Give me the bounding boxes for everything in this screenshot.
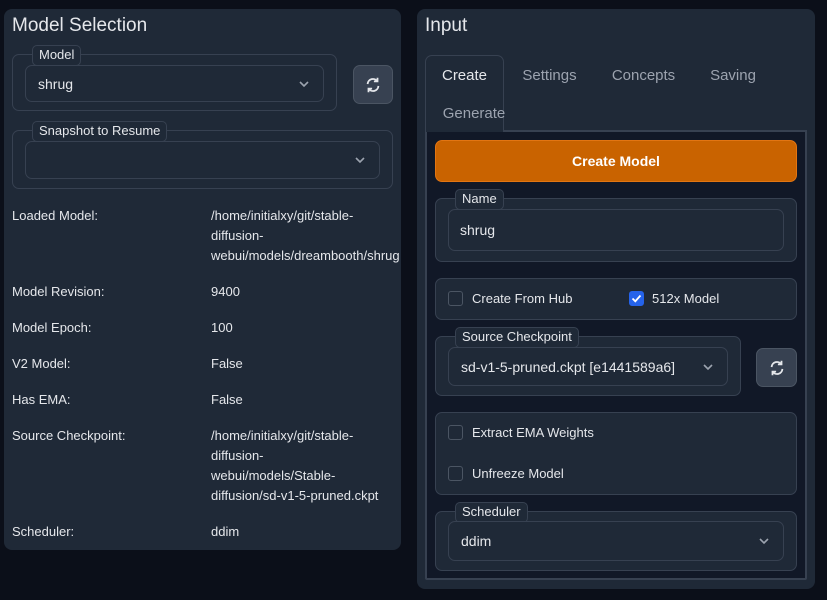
scheduler-legend: Scheduler bbox=[455, 502, 528, 523]
chevron-down-icon bbox=[759, 538, 769, 545]
tab-settings[interactable]: Settings bbox=[510, 62, 589, 88]
loaded-model-value: /home/initialxy/git/stable- diffusion- w… bbox=[211, 208, 400, 263]
model-epoch-value: 100 bbox=[211, 320, 233, 335]
refresh-icon bbox=[366, 77, 380, 92]
model-selection-title: Model Selection bbox=[12, 15, 148, 36]
create-model-button[interactable]: Create Model bbox=[435, 140, 797, 182]
snapshot-legend: Snapshot to Resume bbox=[32, 121, 168, 142]
tab-generate[interactable]: Generate bbox=[433, 100, 515, 126]
check-icon bbox=[631, 294, 642, 303]
loaded-model-label: Loaded Model: bbox=[12, 208, 99, 223]
has-ema-value: False bbox=[211, 392, 243, 407]
chevron-down-icon bbox=[703, 363, 713, 370]
source-checkpoint-legend: Source Checkpoint bbox=[455, 327, 579, 348]
v2-model-value: False bbox=[211, 356, 243, 371]
model-revision-value: 9400 bbox=[211, 284, 240, 299]
unfreeze-model-label: Unfreeze Model bbox=[472, 466, 564, 481]
source-checkpoint-value: /home/initialxy/git/stable- diffusion- w… bbox=[211, 428, 379, 503]
tab-saving[interactable]: Saving bbox=[698, 62, 768, 88]
input-title: Input bbox=[425, 15, 468, 36]
chevron-down-icon bbox=[299, 80, 309, 87]
extract-ema-checkbox[interactable] bbox=[448, 425, 463, 440]
unfreeze-model-checkbox[interactable] bbox=[448, 466, 463, 481]
source-checkpoint-label: Source Checkpoint: bbox=[12, 428, 126, 443]
refresh-checkpoints-button[interactable] bbox=[756, 348, 797, 387]
has-ema-label: Has EMA: bbox=[12, 392, 71, 407]
tab-concepts[interactable]: Concepts bbox=[603, 62, 684, 88]
name-input[interactable]: shrug bbox=[448, 209, 784, 251]
scheduler-select[interactable]: ddim bbox=[448, 521, 784, 561]
scheduler-select-value: ddim bbox=[461, 533, 492, 549]
extract-ema-label: Extract EMA Weights bbox=[472, 425, 594, 440]
chevron-down-icon bbox=[355, 157, 365, 164]
512x-model-checkbox[interactable] bbox=[629, 291, 644, 306]
refresh-models-button[interactable] bbox=[353, 65, 393, 104]
model-select[interactable]: shrug bbox=[25, 65, 324, 102]
512x-model-label: 512x Model bbox=[652, 291, 720, 306]
source-checkpoint-select[interactable]: sd-v1-5-pruned.ckpt [e1441589a6] bbox=[448, 347, 728, 386]
scheduler-value: ddim bbox=[211, 524, 240, 539]
create-from-hub-label: Create From Hub bbox=[472, 291, 573, 306]
name-legend: Name bbox=[455, 189, 504, 210]
model-revision-label: Model Revision: bbox=[12, 284, 105, 299]
model-legend: Model bbox=[32, 45, 82, 66]
refresh-icon bbox=[770, 360, 783, 375]
source-checkpoint-select-value: sd-v1-5-pruned.ckpt [e1441589a6] bbox=[461, 358, 676, 375]
create-from-hub-checkbox[interactable] bbox=[448, 291, 463, 306]
snapshot-select[interactable] bbox=[25, 141, 380, 179]
scheduler-label: Scheduler: bbox=[12, 524, 75, 539]
v2-model-label: V2 Model: bbox=[12, 356, 71, 371]
model-epoch-label: Model Epoch: bbox=[12, 320, 92, 335]
model-select-value: shrug bbox=[38, 75, 74, 92]
